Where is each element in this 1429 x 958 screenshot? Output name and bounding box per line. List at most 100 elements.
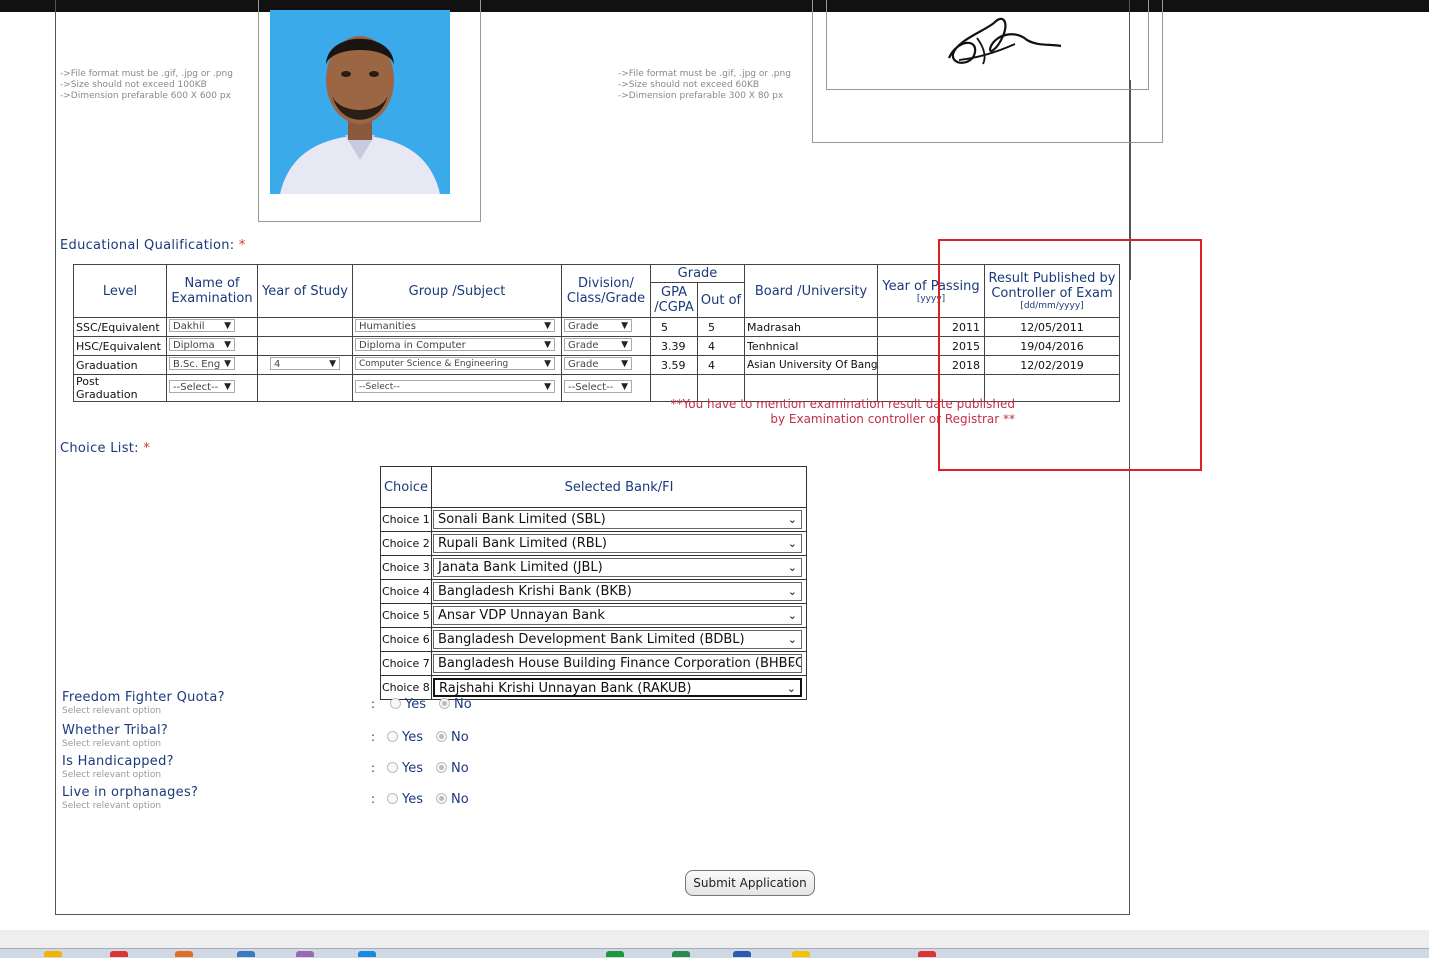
signature-frame bbox=[826, 0, 1149, 90]
app-icon[interactable] bbox=[733, 951, 751, 957]
question-orphanages: Live in orphanages? bbox=[62, 785, 199, 800]
radio-no-label: No bbox=[451, 730, 469, 745]
chevron-down-icon: ⌄ bbox=[787, 585, 797, 598]
chevron-down-icon: ⌄ bbox=[787, 537, 797, 550]
group-select[interactable]: Diploma in Computer ▼ bbox=[355, 338, 555, 351]
app-icon[interactable] bbox=[606, 951, 624, 957]
division-select[interactable]: --Select-- ▼ bbox=[564, 380, 632, 393]
bank-select[interactable]: Rajshahi Krishi Unnayan Bank (RAKUB) ⌄ bbox=[433, 678, 802, 697]
app-icon[interactable] bbox=[672, 951, 690, 957]
radio-yes[interactable] bbox=[390, 698, 401, 709]
app-icon[interactable] bbox=[792, 951, 810, 957]
level-cell: Post Graduation bbox=[73, 374, 167, 402]
division-select[interactable]: Grade ▼ bbox=[564, 319, 632, 332]
gpa-input[interactable]: 3.59 bbox=[650, 355, 698, 375]
radio-yes-label: Yes bbox=[402, 730, 423, 745]
choice-section-title: Choice List: * bbox=[60, 441, 151, 456]
submit-application-button[interactable]: Submit Application bbox=[685, 870, 815, 896]
choice-row: Choice 3 Janata Bank Limited (JBL) ⌄ bbox=[380, 555, 807, 580]
choice-row: Choice 2 Rupali Bank Limited (RBL) ⌄ bbox=[380, 531, 807, 556]
folder-icon[interactable] bbox=[44, 951, 62, 957]
radio-yes[interactable] bbox=[387, 762, 398, 773]
bank-select[interactable]: Janata Bank Limited (JBL) ⌄ bbox=[433, 558, 802, 577]
exam-select[interactable]: B.Sc. Eng ▼ bbox=[169, 357, 235, 370]
choice-row: Choice 8 Rajshahi Krishi Unnayan Bank (R… bbox=[380, 675, 807, 700]
colon: : bbox=[371, 730, 376, 744]
radio-no[interactable] bbox=[436, 793, 447, 804]
exam-select[interactable]: Diploma ▼ bbox=[169, 338, 235, 351]
question-freedom-fighter: Freedom Fighter Quota? bbox=[62, 690, 225, 705]
radio-yes-label: Yes bbox=[402, 792, 423, 807]
header-group: Group /Subject bbox=[352, 264, 562, 318]
choice-label: Choice 6 bbox=[380, 627, 432, 652]
colon: : bbox=[371, 761, 376, 775]
board-input[interactable]: Asian University Of Bangl bbox=[744, 355, 878, 375]
question-hint: Select relevant option bbox=[62, 739, 162, 749]
bank-select[interactable]: Rupali Bank Limited (RBL) ⌄ bbox=[433, 534, 802, 553]
chevron-down-icon: ⌄ bbox=[787, 657, 797, 670]
header-board: Board /University bbox=[744, 264, 878, 318]
group-select[interactable]: --Select-- ▼ bbox=[355, 380, 555, 393]
board-input[interactable]: Tenhnical bbox=[744, 336, 878, 356]
choice-label: Choice 7 bbox=[380, 651, 432, 676]
chevron-down-icon: ⌄ bbox=[787, 513, 797, 526]
question-hint: Select relevant option bbox=[62, 801, 162, 811]
chevron-down-icon: ⌄ bbox=[787, 633, 797, 646]
group-select[interactable]: Humanities ▼ bbox=[355, 319, 555, 332]
level-cell: SSC/Equivalent bbox=[73, 317, 167, 337]
app-icon[interactable] bbox=[918, 951, 936, 957]
choice-label: Choice 1 bbox=[380, 507, 432, 532]
bank-select[interactable]: Bangladesh Krishi Bank (BKB) ⌄ bbox=[433, 582, 802, 601]
colon: : bbox=[371, 792, 376, 806]
header-division: Division/ Class/Grade bbox=[561, 264, 651, 318]
year-of-study-select[interactable]: 4 ▼ bbox=[270, 357, 340, 370]
gpa-input[interactable]: 5 bbox=[650, 317, 698, 337]
out-of-input[interactable]: 4 bbox=[697, 355, 745, 375]
header-grade: Grade bbox=[650, 264, 745, 283]
signature-file-notes: ->File format must be .gif, .jpg or .png… bbox=[618, 69, 791, 101]
radio-yes-label: Yes bbox=[402, 761, 423, 776]
app-icon[interactable] bbox=[237, 951, 255, 957]
radio-no[interactable] bbox=[436, 731, 447, 742]
question-tribal: Whether Tribal? bbox=[62, 723, 169, 738]
group-select[interactable]: Computer Science & Engineering ▼ bbox=[355, 357, 555, 370]
radio-no[interactable] bbox=[436, 762, 447, 773]
app-icon[interactable] bbox=[175, 951, 193, 957]
exam-select[interactable]: --Select-- ▼ bbox=[169, 380, 235, 393]
radio-no-label: No bbox=[454, 697, 472, 712]
radio-yes[interactable] bbox=[387, 731, 398, 742]
division-select[interactable]: Grade ▼ bbox=[564, 338, 632, 351]
chevron-down-icon: ⌄ bbox=[787, 561, 797, 574]
header-level: Level bbox=[73, 264, 167, 318]
chevron-down-icon: ⌄ bbox=[786, 682, 796, 695]
bank-select[interactable]: Ansar VDP Unnayan Bank ⌄ bbox=[433, 606, 802, 625]
choice-label: Choice 3 bbox=[380, 555, 432, 580]
header-exam: Name of Examination bbox=[166, 264, 258, 318]
radio-yes[interactable] bbox=[387, 793, 398, 804]
division-select[interactable]: Grade ▼ bbox=[564, 357, 632, 370]
app-icon[interactable] bbox=[296, 951, 314, 957]
bank-select[interactable]: Bangladesh Development Bank Limited (BDB… bbox=[433, 630, 802, 649]
header-choice: Choice bbox=[380, 466, 432, 508]
choice-row: Choice 1 Sonali Bank Limited (SBL) ⌄ bbox=[380, 507, 807, 532]
header-selected-bank: Selected Bank/FI bbox=[431, 466, 807, 508]
photo-file-notes: ->File format must be .gif, .jpg or .png… bbox=[60, 69, 233, 101]
app-icon[interactable] bbox=[358, 951, 376, 957]
year-of-study-cell bbox=[257, 317, 353, 337]
out-of-input[interactable]: 5 bbox=[697, 317, 745, 337]
out-of-input[interactable]: 4 bbox=[697, 336, 745, 356]
header-gpa: GPA /CGPA bbox=[650, 282, 698, 318]
choice-row: Choice 6 Bangladesh Development Bank Lim… bbox=[380, 627, 807, 652]
question-handicapped: Is Handicapped? bbox=[62, 754, 174, 769]
exam-select[interactable]: Dakhil ▼ bbox=[169, 319, 235, 332]
level-cell: Graduation bbox=[73, 355, 167, 375]
question-hint: Select relevant option bbox=[62, 706, 162, 716]
bank-select[interactable]: Bangladesh House Building Finance Corpor… bbox=[433, 654, 802, 673]
app-icon[interactable] bbox=[110, 951, 128, 957]
radio-no[interactable] bbox=[439, 698, 450, 709]
bank-select[interactable]: Sonali Bank Limited (SBL) ⌄ bbox=[433, 510, 802, 529]
gpa-input[interactable]: 3.39 bbox=[650, 336, 698, 356]
choice-row: Choice 4 Bangladesh Krishi Bank (BKB) ⌄ bbox=[380, 579, 807, 604]
board-input[interactable]: Madrasah bbox=[744, 317, 878, 337]
choice-row: Choice 5 Ansar VDP Unnayan Bank ⌄ bbox=[380, 603, 807, 628]
